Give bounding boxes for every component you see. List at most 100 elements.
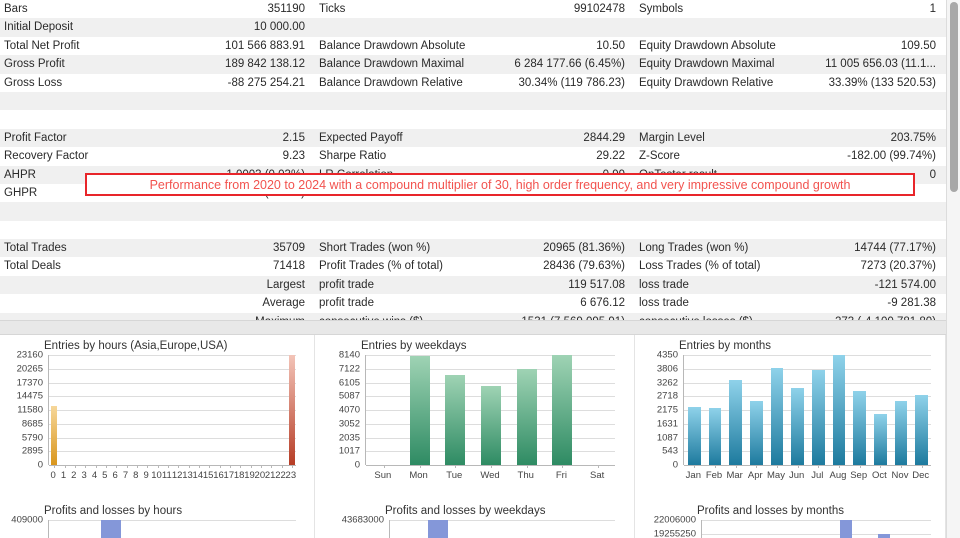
- report-row-value-1: 2.15: [282, 131, 305, 144]
- chart-gridline: [684, 383, 931, 384]
- chart-y-tick-label: 0: [672, 459, 678, 471]
- chart-plot-area: [683, 355, 931, 468]
- report-row-label-2: Profit Trades (% of total): [319, 260, 443, 273]
- chart-title: Profits and losses by months: [697, 505, 845, 517]
- table-row[interactable]: Total Trades 35709 Short Trades (won %) 209…: [0, 239, 946, 258]
- chart-bar: [516, 368, 537, 465]
- chart-y-tick-label: 2035: [338, 432, 360, 443]
- report-row-label-3: Symbols: [639, 3, 684, 15]
- charts-row-profits: Profits and losses by hours 409000 Profits…: [0, 500, 946, 538]
- chart-panel[interactable]: Profits and losses by months 22006000 1925…: [635, 500, 946, 538]
- table-row[interactable]: Bars 351190 Ticks 99102478 Symbols 1: [0, 0, 946, 18]
- chart-x-tick-mark: [818, 465, 819, 468]
- chart-bar: [770, 368, 784, 465]
- chart-y-tick-label: 409000: [11, 514, 43, 526]
- chart-plot-area: [365, 355, 615, 468]
- table-row[interactable]: Initial Deposit 10 000.00: [0, 18, 946, 37]
- chart-bar: [915, 394, 929, 465]
- chart-y-tick-label: 4070: [338, 404, 360, 416]
- report-row-label-1: Total Deals: [4, 260, 61, 273]
- chart-panel[interactable]: Profits and losses by hours 409000: [0, 500, 315, 538]
- report-row-label-1: Bars: [4, 3, 28, 15]
- chart-bar: [749, 400, 763, 465]
- chart-y-tick-label: 1631: [656, 418, 678, 430]
- charts-vertical-scrollbar[interactable]: [946, 320, 960, 538]
- chart-bar: [409, 355, 430, 465]
- table-row[interactable]: Profit Factor 2.15 Expected Payoff 2844.29 M…: [0, 128, 946, 148]
- chart-panel[interactable]: Profits and losses by weekdays 43683000: [315, 500, 635, 538]
- table-row[interactable]: Gross Profit 189 842 138.12 Balance Drawdo…: [0, 55, 946, 74]
- chart-bar: [708, 407, 722, 465]
- chart-bar: [729, 380, 743, 465]
- chart-gridline: [702, 534, 931, 535]
- table-row[interactable]: Gross Loss -88 275 254.21 Balance Drawdown…: [0, 74, 946, 92]
- chart-y-tick-label: 7122: [338, 363, 360, 375]
- report-row-label-3: Equity Drawdown Relative: [639, 76, 774, 89]
- scrollbar-thumb[interactable]: [950, 2, 958, 192]
- chart-x-tick-mark: [116, 465, 117, 468]
- chart-y-tick-label: 4350: [656, 349, 678, 361]
- chart-title: Entries by months: [679, 340, 772, 352]
- table-row[interactable]: [0, 221, 946, 239]
- chart-gridline: [366, 383, 615, 384]
- report-row-label-1: Profit Factor: [4, 131, 67, 144]
- chart-x-tick-mark: [261, 465, 262, 468]
- table-row[interactable]: Recovery Factor 9.23 Sharpe Ratio 29.22 Z-Sc…: [0, 147, 946, 165]
- chart-x-tick-label: Dec: [912, 470, 930, 481]
- report-row-label-3: Loss Trades (% of total): [639, 260, 761, 273]
- chart-y-tick-label: 2718: [656, 390, 678, 402]
- chart-x-tick-mark: [96, 465, 97, 468]
- chart-x-tick-mark: [209, 465, 210, 468]
- chart-gridline: [684, 355, 931, 356]
- chart-x-tick-mark: [251, 465, 252, 468]
- table-row[interactable]: Average profit trade 6 676.12 loss trade -9 …: [0, 294, 946, 312]
- annotation-text: Performance from 2020 to 2024 with a com…: [149, 177, 851, 192]
- report-row-label-1: Gross Loss: [4, 76, 63, 89]
- chart-x-tick-label: Tue: [446, 470, 463, 481]
- chart-x-tick-mark: [860, 465, 861, 468]
- chart-gridline: [702, 520, 931, 521]
- chart-panel[interactable]: Entries by hours (Asia,Europe,USA) 0 2895 5…: [0, 335, 315, 500]
- chart-gridline: [49, 520, 296, 521]
- report-row-value-1: 351190: [267, 3, 305, 15]
- chart-panel[interactable]: Entries by months 0 543 1087 1631 2175 2718 326…: [635, 335, 946, 500]
- chart-title: Profits and losses by weekdays: [385, 505, 546, 517]
- chart-y-tick-label: 43683000: [341, 514, 384, 526]
- report-row-value-2: 20965 (81.36%): [543, 242, 625, 255]
- chart-y-tick-label: 8685: [21, 418, 43, 430]
- report-row-value-3: 203.75%: [890, 131, 936, 144]
- chart-gridline: [49, 396, 296, 397]
- report-row-label-3: Equity Drawdown Maximal: [639, 58, 775, 71]
- report-row-label-1: Gross Profit: [4, 58, 65, 71]
- report-row-label-1: Total Net Profit: [4, 39, 80, 52]
- chart-y-tick-label: 5087: [338, 390, 360, 402]
- chart-gridline: [49, 383, 296, 384]
- table-row[interactable]: Largest profit trade 119 517.08 loss trade -…: [0, 275, 946, 295]
- chart-gridline: [684, 396, 931, 397]
- chart-x-tick-mark: [147, 465, 148, 468]
- chart-gridline: [49, 369, 296, 370]
- report-row-value-3: 7273 (20.37%): [860, 260, 936, 273]
- table-row[interactable]: Total Net Profit 101 566 883.91 Balance Dr…: [0, 37, 946, 55]
- report-row-label-2: Short Trades (won %): [319, 242, 431, 255]
- chart-panel[interactable]: Entries by weekdays 0 1017 2035 3052 4070 5087…: [315, 335, 635, 500]
- table-row[interactable]: [0, 91, 946, 111]
- report-row-value-2: 10.50: [596, 39, 625, 52]
- report-row-value-1: 71418: [273, 260, 305, 273]
- report-vertical-scrollbar[interactable]: [946, 0, 960, 320]
- chart-x-tick-label: Mon: [409, 470, 428, 481]
- table-row[interactable]: [0, 202, 946, 221]
- table-row[interactable]: [0, 110, 946, 128]
- chart-y-tick-label: 8140: [338, 349, 360, 361]
- chart-x-tick-mark: [271, 465, 272, 468]
- table-row[interactable]: Total Deals 71418 Profit Trades (% of tota…: [0, 257, 946, 275]
- chart-plot-area: [48, 355, 296, 468]
- chart-x-tick-mark: [527, 465, 528, 468]
- chart-y-tick-label: 5790: [21, 432, 43, 443]
- report-row-label-2: Balance Drawdown Maximal: [319, 58, 465, 71]
- report-row-value-3: 109.50: [900, 39, 936, 52]
- chart-x-tick-label: 23: [285, 470, 297, 481]
- chart-x-tick-mark: [922, 465, 923, 468]
- chart-bar: [853, 391, 867, 465]
- chart-x-tick-label: Sat: [590, 470, 605, 481]
